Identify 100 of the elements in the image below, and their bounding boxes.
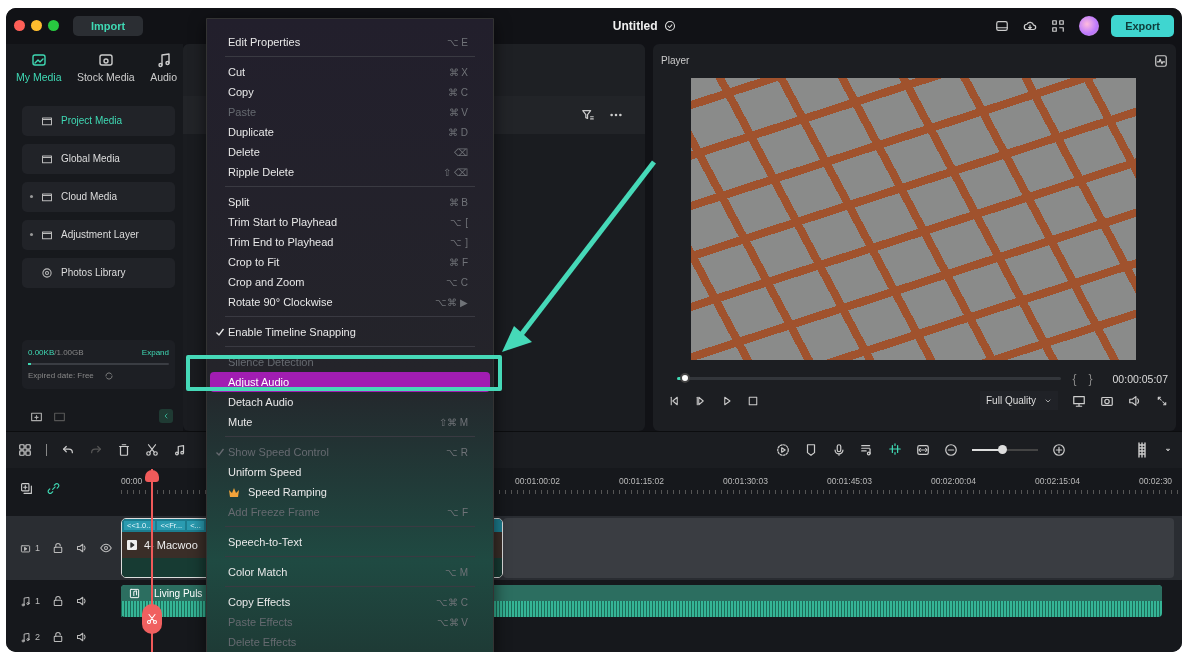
menu-item[interactable]: Speed Ramping (210, 482, 490, 502)
window-title: Untitled (612, 18, 658, 33)
menu-item[interactable]: Detach Audio (210, 392, 490, 412)
menu-item[interactable]: Copy Effects ⌥⌘ C (210, 592, 490, 612)
menu-item[interactable]: Mute ⇧⌘ M (210, 412, 490, 432)
media-tab[interactable]: My Media (16, 51, 62, 102)
scissors-icon[interactable] (145, 443, 159, 457)
music-note-icon (155, 51, 172, 68)
expand-dot[interactable] (30, 195, 33, 199)
menu-item[interactable]: Enable Timeline Snapping (210, 322, 490, 342)
media-icon (30, 51, 47, 68)
speaker-icon[interactable] (1128, 393, 1142, 408)
ruler-label: 00:02:15:04 (1035, 476, 1081, 486)
monitor-icon[interactable] (1072, 393, 1086, 408)
menu-item[interactable]: Duplicate ⌘ D (210, 122, 490, 142)
add-track-icon[interactable] (20, 481, 33, 495)
play-icon[interactable] (721, 394, 733, 407)
music-list-icon[interactable] (860, 443, 874, 457)
playhead-handle[interactable] (145, 470, 159, 482)
menu-item[interactable]: Copy ⌘ C (210, 82, 490, 102)
zoom-in-icon[interactable] (1052, 443, 1066, 457)
speaker-icon[interactable] (76, 542, 88, 554)
grid-icon[interactable] (1051, 18, 1066, 33)
storage-usage: 0.00KB/1.00GB (28, 347, 84, 357)
music-track-icon (20, 595, 31, 607)
audio-edit-icon[interactable] (173, 443, 187, 457)
expand-dot[interactable] (30, 233, 33, 237)
menu-item[interactable]: Color Match ⌥ M (210, 562, 490, 582)
marker-icon[interactable] (804, 443, 818, 457)
split-handle[interactable] (142, 604, 162, 634)
zoom-out-icon[interactable] (944, 443, 958, 457)
menu-item[interactable]: Trim End to Playhead ⌥ ] (210, 232, 490, 252)
lock-icon[interactable] (52, 595, 64, 607)
ruler-label: 00:01:15:02 (619, 476, 665, 486)
menu-item[interactable]: Delete ⌫ (210, 142, 490, 162)
caret-icon[interactable] (1164, 446, 1172, 454)
next-frame-icon[interactable] (695, 394, 707, 407)
chevron-left-icon (162, 412, 170, 420)
ruler-label: 00:02:30 (1139, 476, 1173, 486)
ruler-label: 00:02:00:04 (931, 476, 977, 486)
menu-item[interactable]: Crop and Zoom ⌥ C (210, 272, 490, 292)
ruler-label: 00:01:00:02 (515, 476, 561, 486)
export-button[interactable]: Export (1111, 14, 1174, 37)
music-track-icon (20, 631, 31, 643)
menu-item[interactable]: Split ⌘ B (210, 192, 490, 212)
media-tab[interactable]: Stock Media (76, 51, 135, 102)
check-circle-icon (663, 19, 676, 32)
stop-icon[interactable] (747, 394, 759, 407)
track-number: 2 (35, 632, 40, 642)
music-square-icon (129, 587, 140, 599)
avatar[interactable] (1079, 15, 1100, 36)
sidebar-item[interactable]: Project Media (22, 105, 175, 136)
close-button[interactable] (14, 20, 25, 32)
snap-icon[interactable] (888, 442, 902, 456)
lock-icon[interactable] (52, 542, 64, 554)
render-icon[interactable] (776, 443, 790, 457)
expiry-text: Expired date: Free (28, 371, 94, 381)
media-tab[interactable]: Audio (150, 51, 177, 102)
link-icon[interactable] (47, 481, 60, 495)
timecode: 00:00:05:07 (1112, 372, 1168, 385)
refresh-icon[interactable] (103, 370, 114, 381)
expand-link[interactable]: Expand (141, 347, 169, 357)
quality-dropdown[interactable]: Full Quality (980, 391, 1058, 411)
folder-icon (41, 190, 53, 203)
menu-item[interactable]: Uniform Speed (210, 462, 490, 482)
fullscreen-icon[interactable] (1156, 394, 1168, 407)
filter-icon[interactable] (581, 107, 595, 122)
sidebar-item[interactable]: Photos Library (22, 257, 175, 288)
eye-icon[interactable] (100, 542, 112, 554)
folder-icon (41, 228, 53, 241)
lock-icon[interactable] (52, 631, 64, 643)
import-button[interactable]: Import (73, 15, 144, 36)
menu-item[interactable]: Speech-to-Text (210, 532, 490, 552)
frame-icon[interactable] (916, 443, 930, 457)
trash-icon[interactable] (117, 443, 131, 457)
layout-icon[interactable] (995, 18, 1010, 33)
mark-out-button[interactable]: } (1088, 371, 1093, 386)
sidebar-item[interactable]: Cloud Media (22, 181, 175, 212)
mark-in-button[interactable]: { (1072, 371, 1077, 386)
zoom-button[interactable] (48, 20, 59, 32)
stock-icon (97, 51, 114, 68)
speaker-icon[interactable] (76, 631, 88, 643)
menu-item[interactable]: Ripple Delete ⇧ ⌫ (210, 162, 490, 182)
previous-frame-icon[interactable] (669, 394, 681, 407)
speaker-icon[interactable] (76, 595, 88, 607)
menu-item[interactable]: Edit Properties ⌥ E (210, 32, 490, 52)
sidebar-item[interactable]: Adjustment Layer (22, 219, 175, 250)
microphone-icon[interactable] (832, 443, 846, 457)
minimize-button[interactable] (31, 20, 42, 32)
menu-item[interactable]: Rotate 90° Clockwise ⌥⌘ ▶ (210, 292, 490, 312)
menu-item[interactable]: Crop to Fit ⌘ F (210, 252, 490, 272)
sidebar-item[interactable]: Global Media (22, 143, 175, 174)
menu-item[interactable]: Trim Start to Playhead ⌥ [ (210, 212, 490, 232)
waveform-icon[interactable] (1154, 53, 1168, 68)
menu-item[interactable]: Cut ⌘ X (210, 62, 490, 82)
ruler-label: 00:01:45:03 (827, 476, 873, 486)
layout-grid-icon[interactable] (18, 443, 32, 457)
clip-title: Living Puls (154, 587, 203, 599)
folder-icon (41, 114, 53, 127)
video-track-icon (20, 542, 31, 554)
